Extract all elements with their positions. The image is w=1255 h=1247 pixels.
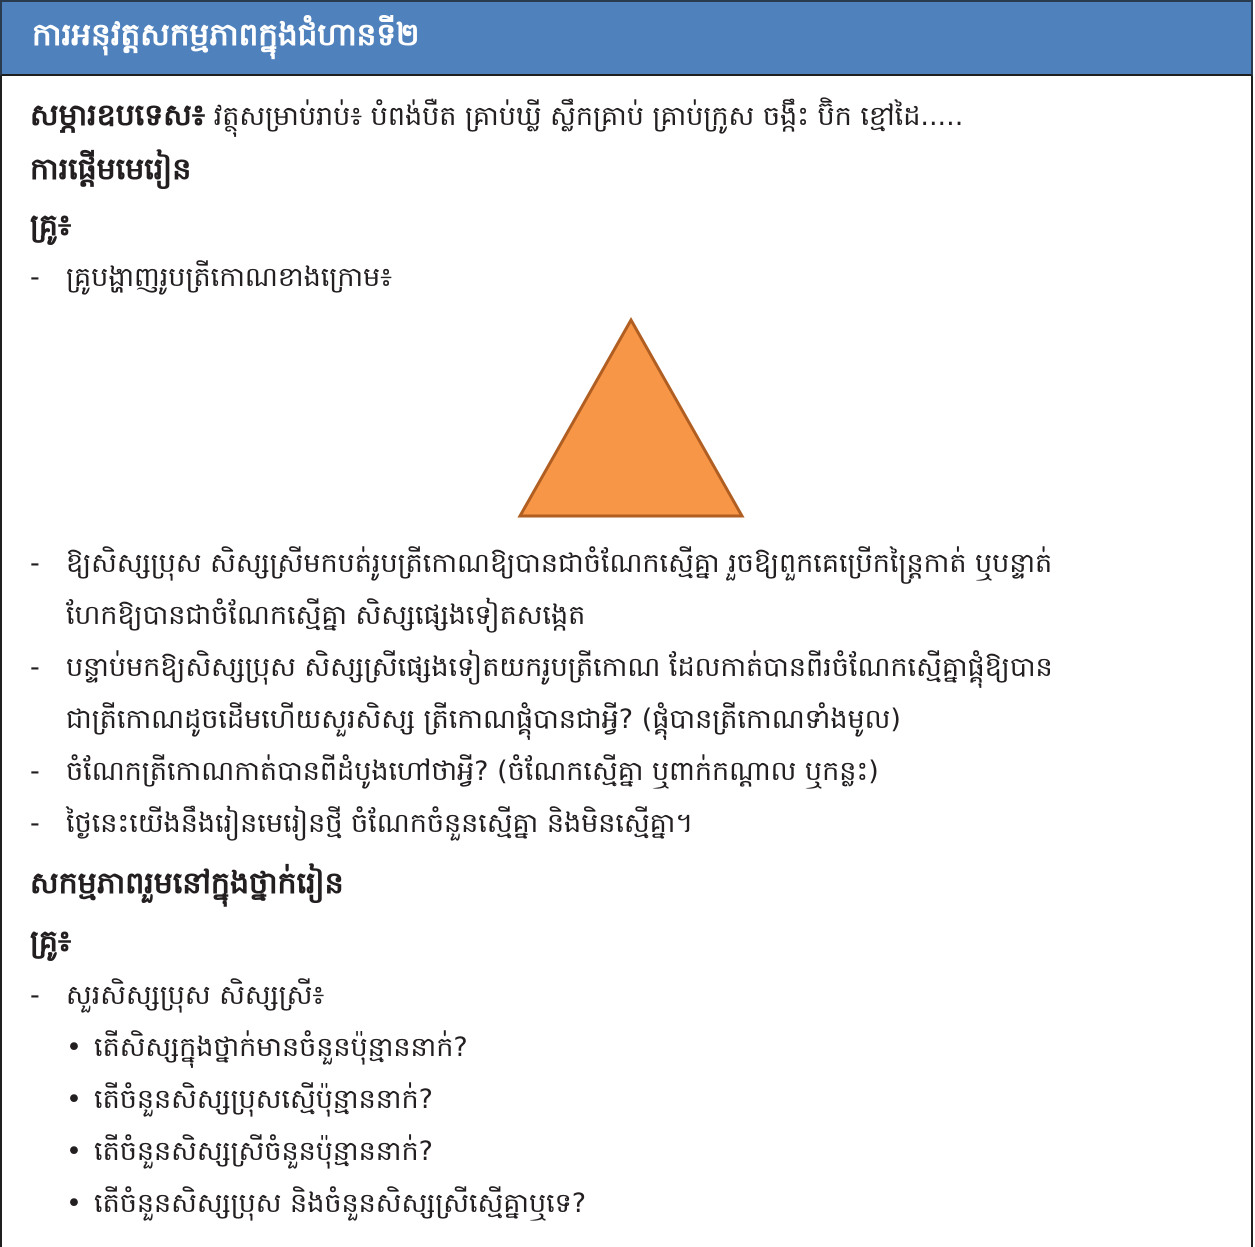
intro-line-3a-text: បន្ទាប់មកឱ្យសិស្សប្រុស សិស្សស្រីផ្សេងទៀត… <box>66 652 1053 683</box>
question-item: • តើចំនួនសិស្សស្រីចំនួនប៉ុន្មាននាក់? <box>30 1132 433 1172</box>
bullet-icon: • <box>66 1084 82 1115</box>
section-title: ការអនុវត្តសកម្មភាពក្នុងជំហានទី២ <box>32 17 420 53</box>
question-item: • តើចំនួនសិស្សប្រុស និងចំនួនសិស្សស្រីស្មើ… <box>30 1184 586 1224</box>
intro-teacher-label: គ្រូ៖ <box>30 208 72 243</box>
triangle-icon <box>517 316 745 518</box>
bullet-icon: • <box>66 1188 82 1219</box>
activity-line-1: - សួរសិស្សប្រុស សិស្សស្រី៖ <box>30 976 324 1016</box>
question-text: តើចំនួនសិស្សប្រុសស្មើប៉ុន្មាននាក់? <box>94 1084 433 1115</box>
question-text: តើចំនួនសិស្សស្រីចំនួនប៉ុន្មាននាក់? <box>94 1136 433 1167</box>
question-text: តើចំនួនសិស្សប្រុស និងចំនួនសិស្សស្រីស្មើគ… <box>94 1188 587 1219</box>
bullet-icon: • <box>66 1136 82 1167</box>
intro-line-3: - បន្ទាប់មកឱ្យសិស្សប្រុស សិស្សស្រីផ្សេងទៀ… <box>30 648 1053 688</box>
intro-line-4: - ចំណែកត្រីកោណកាត់បានពីដំបូងហៅថាអ្វី? (ចំ… <box>30 752 879 792</box>
activity-line-1-text: សួរសិស្សប្រុស សិស្សស្រី៖ <box>66 980 325 1011</box>
dash-marker: - <box>30 548 40 579</box>
question-item: • តើចំនួនសិស្សប្រុសស្មើប៉ុន្មាននាក់? <box>30 1080 433 1120</box>
dash-marker: - <box>30 262 40 293</box>
materials-line: សម្ភារឧបទេស៖ វត្ថុសម្រាប់រាប់៖ បំពង់បឺត … <box>30 96 963 137</box>
materials-text: វត្ថុសម្រាប់រាប់៖ បំពង់បឺត គ្រាប់ឃ្លី ស្… <box>213 101 964 132</box>
intro-heading: ការផ្តើមមេរៀន <box>30 152 192 187</box>
triangle-figure <box>516 316 746 520</box>
intro-line-3b-text: ជាត្រីកោណដូចដើមហើយសួរសិស្ស ត្រីកោណផ្គុំប… <box>66 704 901 735</box>
intro-line-2: - ឱ្យសិស្សប្រុស សិស្សស្រីមកបត់រូបត្រីកោណឱ… <box>30 544 1052 584</box>
dash-marker: - <box>30 980 40 1011</box>
intro-line-5-text: ថ្ងៃនេះយើងនឹងរៀនមេរៀនថ្មី ចំណែកចំនួនស្មើ… <box>66 808 694 839</box>
materials-label: សម្ភារឧបទេស៖ <box>30 98 206 133</box>
bullet-icon: • <box>66 1032 82 1063</box>
intro-line-1-text: គ្រូបង្ហាញរូបត្រីកោណខាងក្រោម៖ <box>66 262 393 293</box>
question-text: តើសិស្សក្នុងថ្នាក់មានចំនួនប៉ុន្មាននាក់? <box>94 1032 468 1063</box>
intro-line-2a-text: ឱ្យសិស្សប្រុស សិស្សស្រីមកបត់រូបត្រីកោណឱ្… <box>66 548 1053 579</box>
intro-line-2b-text: ហែកឱ្យបានជាចំណែកស្មើគ្នា សិស្សផ្សេងទៀតសង… <box>66 600 586 631</box>
dash-marker: - <box>30 756 40 787</box>
section-header: ការអនុវត្តសកម្មភាពក្នុងជំហានទី២ <box>0 0 1253 76</box>
question-item: • តើសិស្សក្នុងថ្នាក់មានចំនួនប៉ុន្មាននាក់? <box>30 1028 468 1068</box>
intro-line-5: - ថ្ងៃនេះយើងនឹងរៀនមេរៀនថ្មី ចំណែកចំនួនស្ម… <box>30 804 693 844</box>
intro-line-1: - គ្រូបង្ហាញរូបត្រីកោណខាងក្រោម៖ <box>30 258 392 298</box>
intro-line-4-text: ចំណែកត្រីកោណកាត់បានពីដំបូងហៅថាអ្វី? (ចំណ… <box>66 756 879 787</box>
activity-teacher-label: គ្រូ៖ <box>30 924 72 959</box>
dash-marker: - <box>30 652 40 683</box>
dash-marker: - <box>30 808 40 839</box>
activity-heading: សកម្មភាពរួមនៅក្នុងថ្នាក់រៀន <box>30 866 344 901</box>
